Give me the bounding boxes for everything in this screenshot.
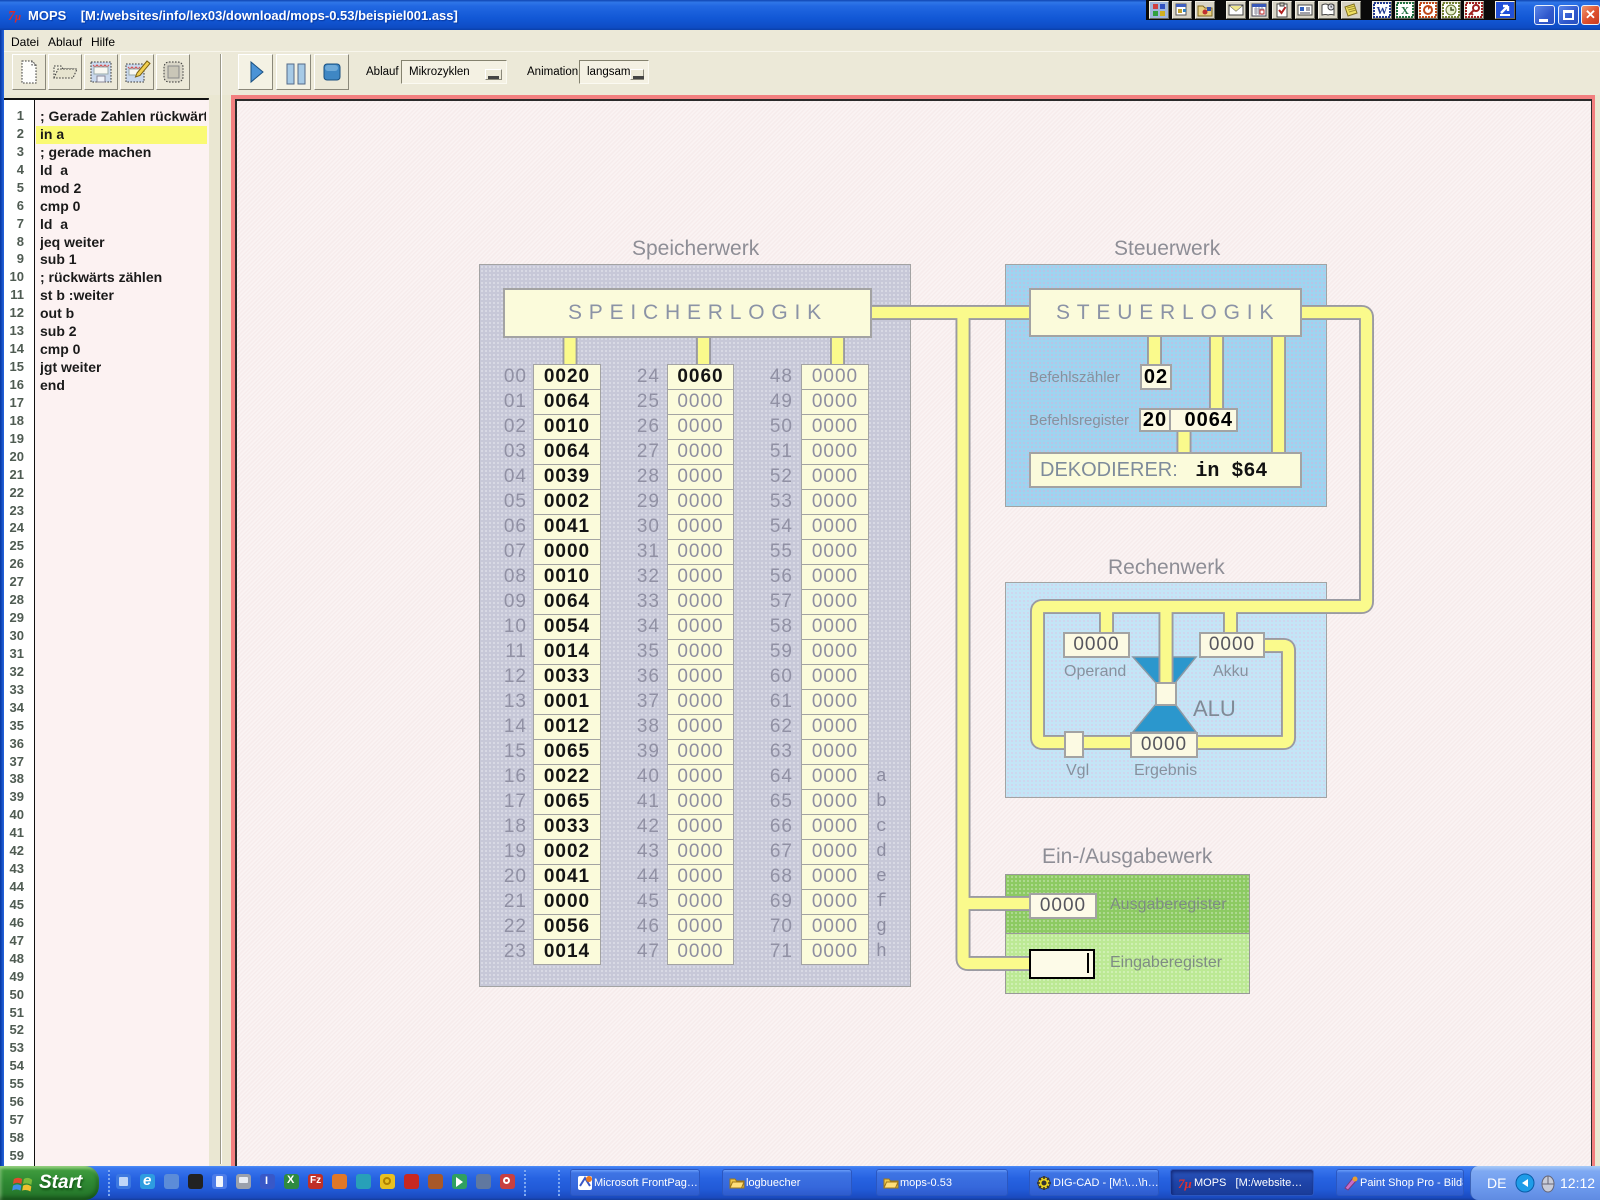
svg-text:7μ: 7μ [1178,1176,1192,1191]
